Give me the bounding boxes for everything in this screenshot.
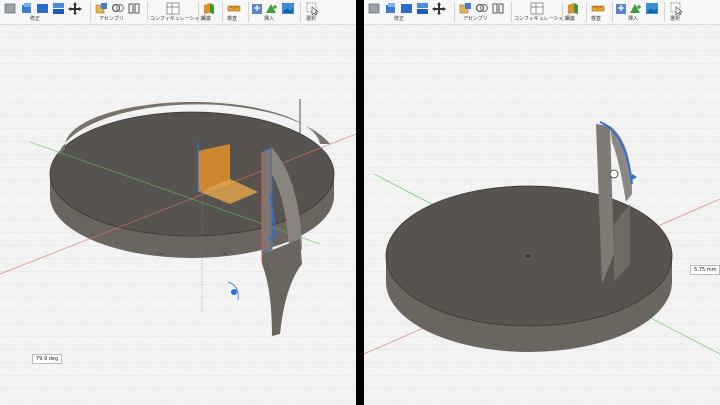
shell-icon[interactable] xyxy=(416,2,430,15)
assemble-label[interactable]: アセンブリ xyxy=(463,15,488,23)
rotate-handle-icon[interactable] xyxy=(231,289,237,295)
shell-icon[interactable] xyxy=(52,2,66,15)
construct-label[interactable]: 構築 xyxy=(201,15,211,23)
select-icon[interactable] xyxy=(306,2,320,15)
insert-group: 挿入 xyxy=(250,0,298,24)
right-scene[interactable] xyxy=(364,24,720,405)
modify-label[interactable]: 修正 xyxy=(30,15,40,23)
construct-group: 構築 xyxy=(200,0,220,24)
select-group: 選択 xyxy=(302,0,326,24)
select-label[interactable]: 選択 xyxy=(670,15,680,23)
inspect-label[interactable]: 検査 xyxy=(591,15,601,23)
pane-divider xyxy=(356,0,364,405)
configure-group: コンフィギュレーション xyxy=(514,0,569,24)
insert-derive-icon[interactable] xyxy=(250,2,264,15)
assemble-group: アセンブリ xyxy=(93,0,145,24)
insert-image-icon[interactable] xyxy=(645,2,659,15)
offset-plane-icon[interactable] xyxy=(202,2,216,15)
select-label[interactable]: 選択 xyxy=(306,15,316,23)
select-icon[interactable] xyxy=(670,2,684,15)
configure-group: コンフィギュレーション xyxy=(150,0,205,24)
toolbar-separator xyxy=(586,2,587,22)
table-icon[interactable] xyxy=(530,2,544,15)
new-component-icon[interactable] xyxy=(459,2,473,15)
new-component-icon[interactable] xyxy=(95,2,109,15)
insert-image-icon[interactable] xyxy=(281,2,295,15)
toolbar: 修正 アセンブリ コンフィギュレーション 構築 検査 挿入 選択 xyxy=(0,0,356,25)
configure-label[interactable]: コンフィギュレーション xyxy=(150,15,205,23)
toolbar-separator xyxy=(147,2,148,22)
assemble-label[interactable]: アセンブリ xyxy=(99,15,124,23)
measure-icon[interactable] xyxy=(591,2,605,15)
toolbar-separator xyxy=(300,2,301,22)
push-pull-icon[interactable] xyxy=(384,2,398,15)
insert-label[interactable]: 挿入 xyxy=(264,15,274,23)
configure-label[interactable]: コンフィギュレーション xyxy=(514,15,569,23)
modify-group: 修正 xyxy=(2,0,88,24)
offset-plane-icon[interactable] xyxy=(566,2,580,15)
move-icon[interactable] xyxy=(68,2,82,15)
box-icon[interactable] xyxy=(368,2,382,15)
toolbar-separator xyxy=(198,2,199,22)
modify-group: 修正 xyxy=(366,0,452,24)
measure-icon[interactable] xyxy=(227,2,241,15)
toolbar-separator xyxy=(511,2,512,22)
inspect-label[interactable]: 検査 xyxy=(227,15,237,23)
toolbar-separator xyxy=(562,2,563,22)
insert-derive-icon[interactable] xyxy=(614,2,628,15)
toolbar-separator xyxy=(664,2,665,22)
table-icon[interactable] xyxy=(166,2,180,15)
insert-label[interactable]: 挿入 xyxy=(628,15,638,23)
toolbar-separator xyxy=(248,2,249,22)
design-viewport[interactable]: 5.75 mm xyxy=(364,24,720,405)
left-design-pane: 修正 アセンブリ コンフィギュレーション 構築 検査 挿入 選択 79.9 de… xyxy=(0,0,356,405)
construct-label[interactable]: 構築 xyxy=(565,15,575,23)
design-viewport[interactable]: 79.9 deg xyxy=(0,24,356,405)
toolbar-separator xyxy=(454,2,455,22)
as-built-joint-icon[interactable] xyxy=(127,2,141,15)
insert-mesh-icon[interactable] xyxy=(628,2,642,15)
move-icon[interactable] xyxy=(432,2,446,15)
joint-icon[interactable] xyxy=(475,2,489,15)
toolbar: 修正 アセンブリ コンフィギュレーション 構築 検査 挿入 選択 xyxy=(364,0,720,25)
assemble-group: アセンブリ xyxy=(457,0,509,24)
modify-label[interactable]: 修正 xyxy=(394,15,404,23)
angle-readout[interactable]: 79.9 deg xyxy=(32,354,63,364)
fillet-icon[interactable] xyxy=(36,2,50,15)
box-icon[interactable] xyxy=(4,2,18,15)
toolbar-separator xyxy=(90,2,91,22)
inspect-group: 検査 xyxy=(588,0,610,24)
as-built-joint-icon[interactable] xyxy=(491,2,505,15)
left-scene[interactable] xyxy=(0,24,356,405)
construct-group: 構築 xyxy=(564,0,584,24)
origin-point[interactable] xyxy=(526,254,530,258)
select-group: 選択 xyxy=(666,0,690,24)
insert-group: 挿入 xyxy=(614,0,662,24)
fillet-icon[interactable] xyxy=(400,2,414,15)
inspect-group: 検査 xyxy=(224,0,246,24)
right-design-pane: 修正 アセンブリ コンフィギュレーション 構築 検査 挿入 選択 5.75 mm xyxy=(364,0,720,405)
joint-icon[interactable] xyxy=(111,2,125,15)
push-pull-icon[interactable] xyxy=(20,2,34,15)
distance-readout[interactable]: 5.75 mm xyxy=(690,265,720,275)
insert-mesh-icon[interactable] xyxy=(264,2,278,15)
toolbar-separator xyxy=(222,2,223,22)
edge-handle-icon[interactable] xyxy=(609,169,619,179)
toolbar-separator xyxy=(612,2,613,22)
